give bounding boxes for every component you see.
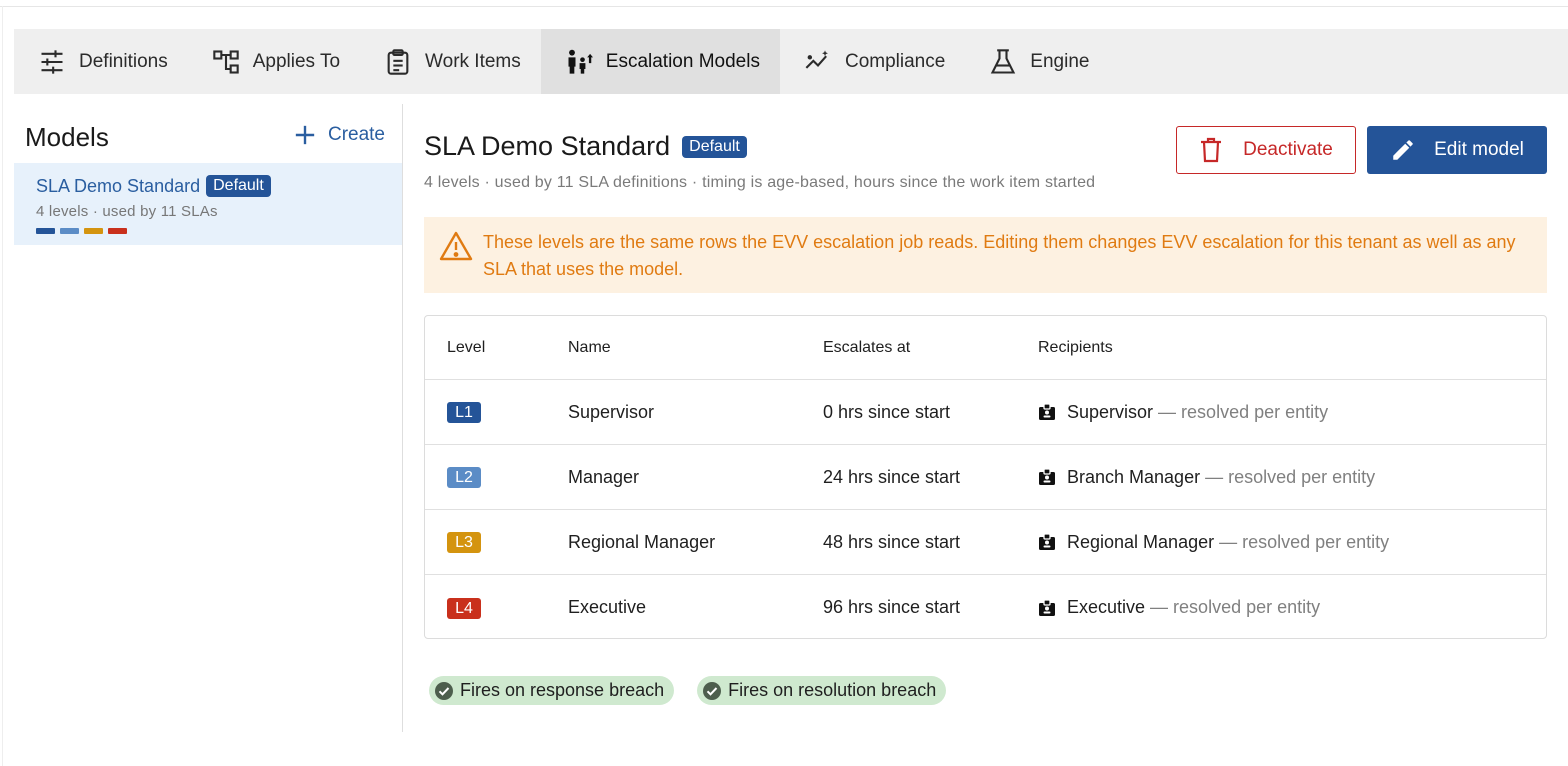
tab-label: Applies To (252, 50, 341, 72)
tab-label: Escalation Models (605, 50, 760, 72)
level-name: Supervisor (568, 401, 655, 422)
recipient: Executive — resolved per entity (1038, 597, 1320, 618)
escalates-at: 96 hrs since start (823, 597, 961, 617)
id-badge-icon (1039, 598, 1055, 616)
header-name: Name (568, 338, 611, 356)
tab-escalation-models[interactable]: Escalation Models (540, 29, 780, 94)
table-row[interactable]: L4 Executive 96 hrs since start Executiv… (425, 575, 1546, 640)
left-divider (2, 6, 3, 766)
chip-label: Fires on resolution breach (728, 680, 937, 700)
page-title-row: SLA Demo Standard Default (424, 131, 747, 162)
recipient-name: Executive (1067, 597, 1146, 617)
warning-banner: These levels are the same rows the EVV e… (424, 217, 1547, 293)
escalates-at: 48 hrs since start (823, 531, 961, 552)
tab-label: Compliance (844, 50, 946, 72)
create-model-button[interactable]: Create (294, 124, 385, 146)
escalates-at: 24 hrs since start (823, 466, 961, 487)
model-summary: 4 levels · used by 11 SLAs (36, 203, 218, 220)
model-name: SLA Demo Standard (36, 175, 201, 196)
id-badge-icon (1039, 403, 1055, 420)
tab-work-items[interactable]: Work Items (360, 29, 541, 94)
trash-icon (1201, 137, 1222, 163)
level-swatches (36, 228, 132, 234)
trend-sparkle-icon (805, 49, 828, 69)
warning-text: These levels are the same rows the EVV e… (483, 232, 1516, 279)
recipient-note: — resolved per entity (1205, 466, 1376, 487)
deactivate-button[interactable]: Deactivate (1176, 126, 1356, 174)
warning-icon (439, 231, 473, 261)
response-breach-chip: Fires on response breach (429, 676, 675, 705)
recipient: Regional Manager — resolved per entity (1038, 532, 1389, 553)
edit-model-button[interactable]: Edit model (1367, 126, 1547, 174)
breach-triggers: Fires on response breach Fires on resolu… (429, 676, 969, 705)
level-swatch-3 (84, 228, 103, 234)
deactivate-label: Deactivate (1243, 139, 1333, 160)
level-badge: L2 (447, 467, 481, 488)
table-header-row: Level Name Escalates at Recipients (425, 316, 1546, 380)
escalation-people-icon (568, 49, 593, 74)
level-swatch-1 (36, 228, 55, 234)
table-row[interactable]: L2 Manager 24 hrs since start Branch Man… (425, 445, 1546, 510)
level-name: Manager (568, 466, 640, 487)
plus-icon (295, 125, 315, 145)
header-recipients: Recipients (1038, 338, 1113, 356)
page-subtitle: 4 levels · used by 11 SLA definitions · … (424, 174, 1096, 191)
hierarchy-icon (213, 49, 239, 74)
top-divider (0, 6, 1568, 7)
id-badge-icon (1039, 533, 1055, 550)
recipient-note: — resolved per entity (1219, 531, 1390, 552)
level-swatch-4 (108, 228, 127, 234)
tab-compliance[interactable]: Compliance (780, 29, 965, 94)
flask-icon (991, 48, 1016, 74)
check-circle-icon (435, 681, 453, 700)
create-label: Create (327, 124, 385, 145)
escalates-at: 0 hrs since start (823, 401, 951, 422)
recipient: Supervisor — resolved per entity (1038, 402, 1328, 423)
default-badge: Default (206, 175, 271, 197)
recipient-name: Supervisor (1067, 401, 1154, 422)
chip-label: Fires on response breach (460, 680, 665, 700)
table-row[interactable]: L1 Supervisor 0 hrs since start Supervis… (425, 380, 1546, 445)
tab-label: Definitions (79, 50, 168, 72)
tab-engine[interactable]: Engine (965, 29, 1109, 94)
level-badge: L1 (447, 402, 481, 423)
edit-model-label: Edit model (1434, 139, 1524, 160)
sidebar-heading: Models (25, 122, 109, 152)
sliders-icon (41, 49, 63, 74)
default-badge: Default (682, 135, 747, 158)
header-escalates-at: Escalates at (823, 338, 911, 356)
level-badge: L3 (447, 532, 481, 553)
clipboard-icon (387, 48, 409, 75)
pencil-icon (1393, 140, 1413, 160)
header-level: Level (447, 338, 486, 356)
level-name: Regional Manager (568, 531, 716, 552)
level-badge: L4 (447, 597, 481, 619)
page-title: SLA Demo Standard (424, 131, 671, 161)
level-name: Executive (568, 597, 647, 617)
id-badge-icon (1039, 468, 1055, 485)
levels-table: Level Name Escalates at Recipients L1 Su… (424, 315, 1547, 639)
tab-label: Engine (1030, 50, 1090, 72)
resolution-breach-chip: Fires on resolution breach (697, 676, 947, 705)
tab-bar: Definitions Applies To Work Items Escala… (14, 29, 1568, 94)
recipient-name: Regional Manager (1067, 531, 1215, 552)
tab-definitions[interactable]: Definitions (14, 29, 188, 94)
models-sidebar: Models Create SLA Demo Standard Default … (14, 104, 403, 732)
tab-label: Work Items (425, 50, 521, 72)
table-row[interactable]: L3 Regional Manager 48 hrs since start R… (425, 510, 1546, 575)
check-circle-icon (703, 681, 722, 700)
recipient-note: — resolved per entity (1158, 401, 1329, 422)
tab-applies-to[interactable]: Applies To (188, 29, 360, 94)
level-swatch-2 (60, 228, 79, 234)
model-item-sla-demo-standard[interactable]: SLA Demo Standard Default 4 levels · use… (14, 163, 402, 245)
recipient-note: — resolved per entity (1150, 597, 1321, 617)
recipient-name: Branch Manager (1067, 466, 1201, 487)
recipient: Branch Manager — resolved per entity (1038, 467, 1375, 488)
